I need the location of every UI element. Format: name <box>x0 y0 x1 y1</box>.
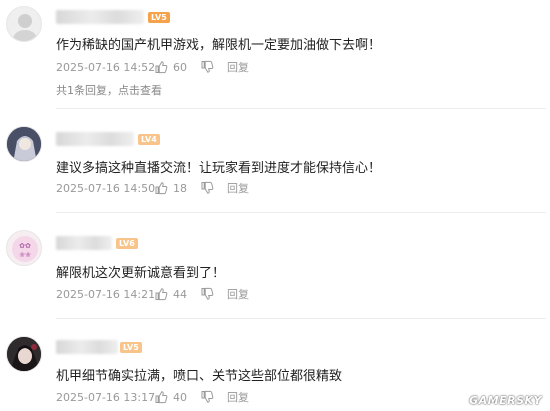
avatar[interactable] <box>6 126 42 162</box>
divider <box>56 212 546 213</box>
dislike-button[interactable] <box>200 390 227 404</box>
thumbs-up-icon <box>154 181 168 195</box>
dislike-button[interactable] <box>200 181 227 195</box>
level-badge: LV4 <box>138 134 160 145</box>
username-redacted[interactable] <box>56 10 144 24</box>
like-count: 60 <box>173 60 187 74</box>
thumbs-down-icon <box>200 390 214 404</box>
dislike-button[interactable] <box>200 60 227 74</box>
thumbs-up-icon <box>154 287 168 301</box>
svg-text:❀❀: ❀❀ <box>19 251 31 259</box>
thumbs-down-icon <box>200 287 214 301</box>
thumbs-down-icon <box>200 60 214 74</box>
comment-date: 2025-07-16 14:21 <box>56 287 156 301</box>
comment-date: 2025-07-16 14:52 <box>56 60 156 74</box>
comment-meta: 2025-07-16 14:21 44 回复 <box>56 286 249 302</box>
thumbs-up-icon <box>154 60 168 74</box>
avatar[interactable]: ✿✿ ❀❀ <box>6 230 42 266</box>
comment-meta: 2025-07-16 13:17 40 回复 <box>56 389 249 405</box>
divider <box>56 108 546 109</box>
comment-text: 建议多搞这种直播交流！让玩家看到进度才能保持信心！ <box>56 161 382 176</box>
reply-button[interactable]: 回复 <box>227 180 249 196</box>
reply-button[interactable]: 回复 <box>227 59 249 75</box>
comment-item: LV5 机甲细节确实拉满，喷口、关节这些部位都很精致 2025-07-16 13… <box>0 330 550 411</box>
username-redacted[interactable] <box>56 340 118 354</box>
like-button[interactable]: 44 <box>154 287 200 301</box>
like-count: 40 <box>173 390 187 404</box>
comment-meta: 2025-07-16 14:50 18 回复 <box>56 180 249 196</box>
site-watermark: GAMERSKY <box>469 394 542 407</box>
comment-item: LV5 作为稀缺的国产机甲游戏，解限机一定要加油做下去啊！ 2025-07-16… <box>0 0 550 98</box>
reply-button[interactable]: 回复 <box>227 286 249 302</box>
divider <box>56 318 546 319</box>
comment-text: 机甲细节确实拉满，喷口、关节这些部位都很精致 <box>56 369 343 384</box>
svg-text:✿✿: ✿✿ <box>19 242 31 250</box>
comment-date: 2025-07-16 13:17 <box>56 390 156 404</box>
username-redacted[interactable] <box>56 236 112 250</box>
view-replies-link[interactable]: 共1条回复，点击查看 <box>56 82 162 98</box>
level-badge: LV5 <box>148 12 170 23</box>
thumbs-up-icon <box>154 390 168 404</box>
comment-date: 2025-07-16 14:50 <box>56 181 156 195</box>
thumbs-down-icon <box>200 181 214 195</box>
like-count: 18 <box>173 181 187 195</box>
like-count: 44 <box>173 287 187 301</box>
comment-meta: 2025-07-16 14:52 60 回复 <box>56 59 249 75</box>
comment-text: 作为稀缺的国产机甲游戏，解限机一定要加油做下去啊！ <box>56 38 382 53</box>
avatar[interactable] <box>6 6 42 42</box>
comment-text: 解限机这次更新诚意看到了！ <box>56 266 226 281</box>
comment-item: ✿✿ ❀❀ LV6 解限机这次更新诚意看到了！ 2025-07-16 14:21… <box>0 224 550 306</box>
like-button[interactable]: 40 <box>154 390 200 404</box>
avatar[interactable] <box>6 336 42 372</box>
like-button[interactable]: 60 <box>154 60 200 74</box>
reply-button[interactable]: 回复 <box>227 389 249 405</box>
like-button[interactable]: 18 <box>154 181 200 195</box>
level-badge: LV5 <box>120 342 142 353</box>
comment-item: LV4 建议多搞这种直播交流！让玩家看到进度才能保持信心！ 2025-07-16… <box>0 120 550 202</box>
level-badge: LV6 <box>116 238 138 249</box>
dislike-button[interactable] <box>200 287 227 301</box>
username-redacted[interactable] <box>56 132 134 146</box>
